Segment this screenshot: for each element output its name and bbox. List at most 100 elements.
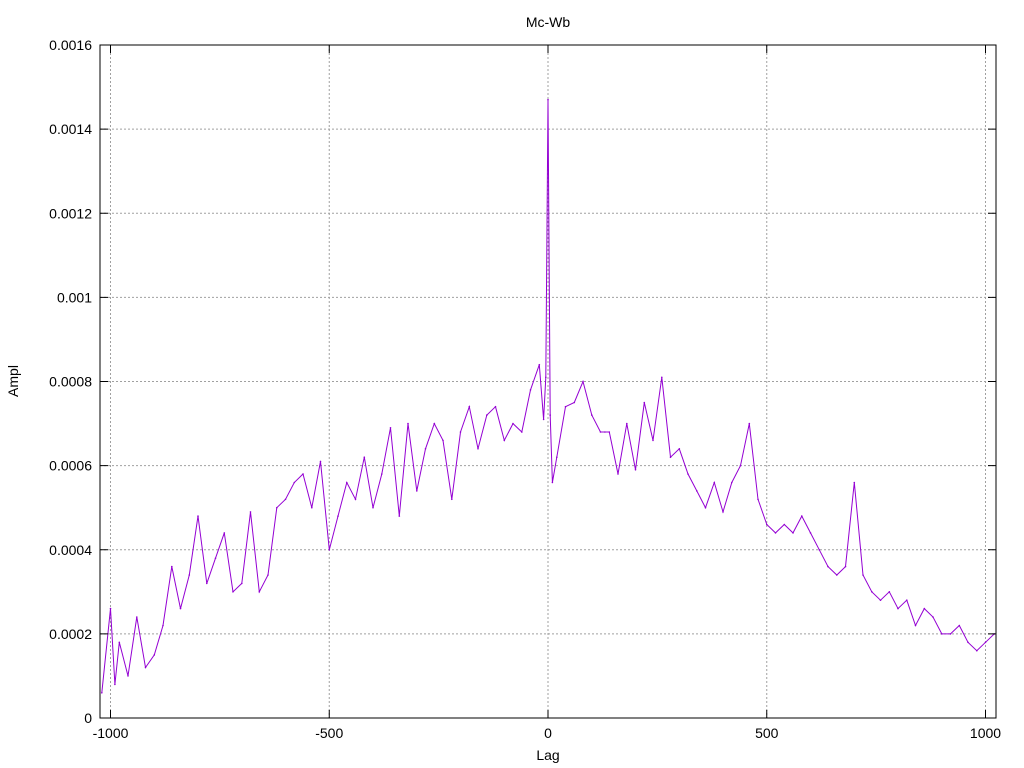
y-tick-label: 0.0012 <box>49 205 92 221</box>
data-point <box>486 414 488 416</box>
data-point <box>521 431 523 433</box>
data-point <box>197 515 199 517</box>
data-point <box>136 616 138 618</box>
data-point <box>827 565 829 568</box>
data-point <box>643 401 646 404</box>
data-point <box>766 523 768 526</box>
x-tick-label: 500 <box>755 725 779 741</box>
data-point <box>941 633 943 635</box>
data-point <box>932 616 934 618</box>
x-tick-label: -500 <box>315 725 343 741</box>
data-point <box>652 439 654 442</box>
data-point <box>346 481 348 484</box>
data-point <box>407 422 409 425</box>
data-point <box>678 448 681 450</box>
data-point <box>818 549 821 551</box>
data-point <box>118 641 121 644</box>
data-point <box>844 565 847 568</box>
data-point <box>879 599 882 601</box>
x-tick-label: 0 <box>544 725 552 741</box>
x-tick-label: -1000 <box>93 725 129 741</box>
data-point <box>529 389 532 391</box>
data-point <box>512 422 514 425</box>
data-point <box>696 490 698 492</box>
data-point <box>958 624 961 627</box>
data-point <box>188 574 191 576</box>
data-point <box>276 506 278 509</box>
data-point <box>923 607 926 610</box>
data-point <box>853 481 856 484</box>
data-point <box>731 481 733 484</box>
data-point <box>713 481 716 484</box>
data-point <box>381 473 383 475</box>
data-point <box>976 649 978 652</box>
data-point <box>801 515 803 517</box>
data-point <box>354 498 357 501</box>
data-point <box>626 422 628 425</box>
y-tick-label: 0.001 <box>57 289 92 305</box>
data-point <box>127 675 129 677</box>
data-point <box>223 532 226 534</box>
data-point <box>949 633 952 635</box>
chart-title: Mc-Wb <box>526 14 571 30</box>
data-point <box>416 490 418 492</box>
data-point <box>153 654 156 656</box>
data-point <box>906 599 908 601</box>
y-tick-label: 0 <box>84 710 92 726</box>
data-point <box>144 666 147 669</box>
data-point <box>722 511 724 513</box>
data-point <box>468 405 471 408</box>
data-point <box>363 456 366 459</box>
data-point <box>459 431 462 433</box>
data-point <box>862 574 864 576</box>
data-point <box>171 565 173 568</box>
data-point <box>284 498 287 501</box>
data-point <box>442 439 444 442</box>
data-point <box>451 498 453 501</box>
data-point <box>774 532 777 534</box>
y-tick-label: 0.0002 <box>49 626 92 642</box>
data-point <box>114 683 116 686</box>
y-tick-label: 0.0004 <box>49 542 92 558</box>
data-point <box>984 641 987 644</box>
data-point <box>206 582 208 585</box>
data-point <box>599 431 602 433</box>
data-point <box>424 448 427 450</box>
data-point <box>783 523 786 526</box>
data-point <box>556 456 558 459</box>
data-point <box>792 532 794 534</box>
data-point <box>836 574 838 576</box>
data-point <box>267 574 269 576</box>
data-point <box>337 515 339 517</box>
chart-background <box>0 0 1024 768</box>
data-point <box>748 422 751 425</box>
data-point <box>477 448 479 450</box>
data-point <box>311 506 313 509</box>
data-point <box>549 414 551 416</box>
data-point <box>669 456 672 459</box>
data-point <box>573 401 576 404</box>
data-point <box>634 469 637 471</box>
data-point <box>433 422 436 425</box>
data-point <box>179 607 182 610</box>
data-point <box>704 506 707 509</box>
data-point <box>319 460 322 463</box>
data-point <box>551 481 554 484</box>
data-point <box>101 692 103 694</box>
data-point <box>542 418 545 421</box>
data-point <box>967 641 969 644</box>
data-point <box>302 473 304 475</box>
data-point <box>545 376 547 379</box>
data-point <box>591 414 593 416</box>
data-point <box>547 98 549 101</box>
data-point <box>162 624 164 627</box>
data-point <box>604 431 606 433</box>
data-point <box>503 439 506 442</box>
y-tick-label: 0.0016 <box>49 37 92 53</box>
y-axis-label: Ampl <box>5 365 21 397</box>
data-point <box>249 511 252 513</box>
data-point <box>897 607 899 610</box>
data-point <box>687 473 689 475</box>
data-point <box>328 549 331 551</box>
data-point <box>232 591 234 593</box>
